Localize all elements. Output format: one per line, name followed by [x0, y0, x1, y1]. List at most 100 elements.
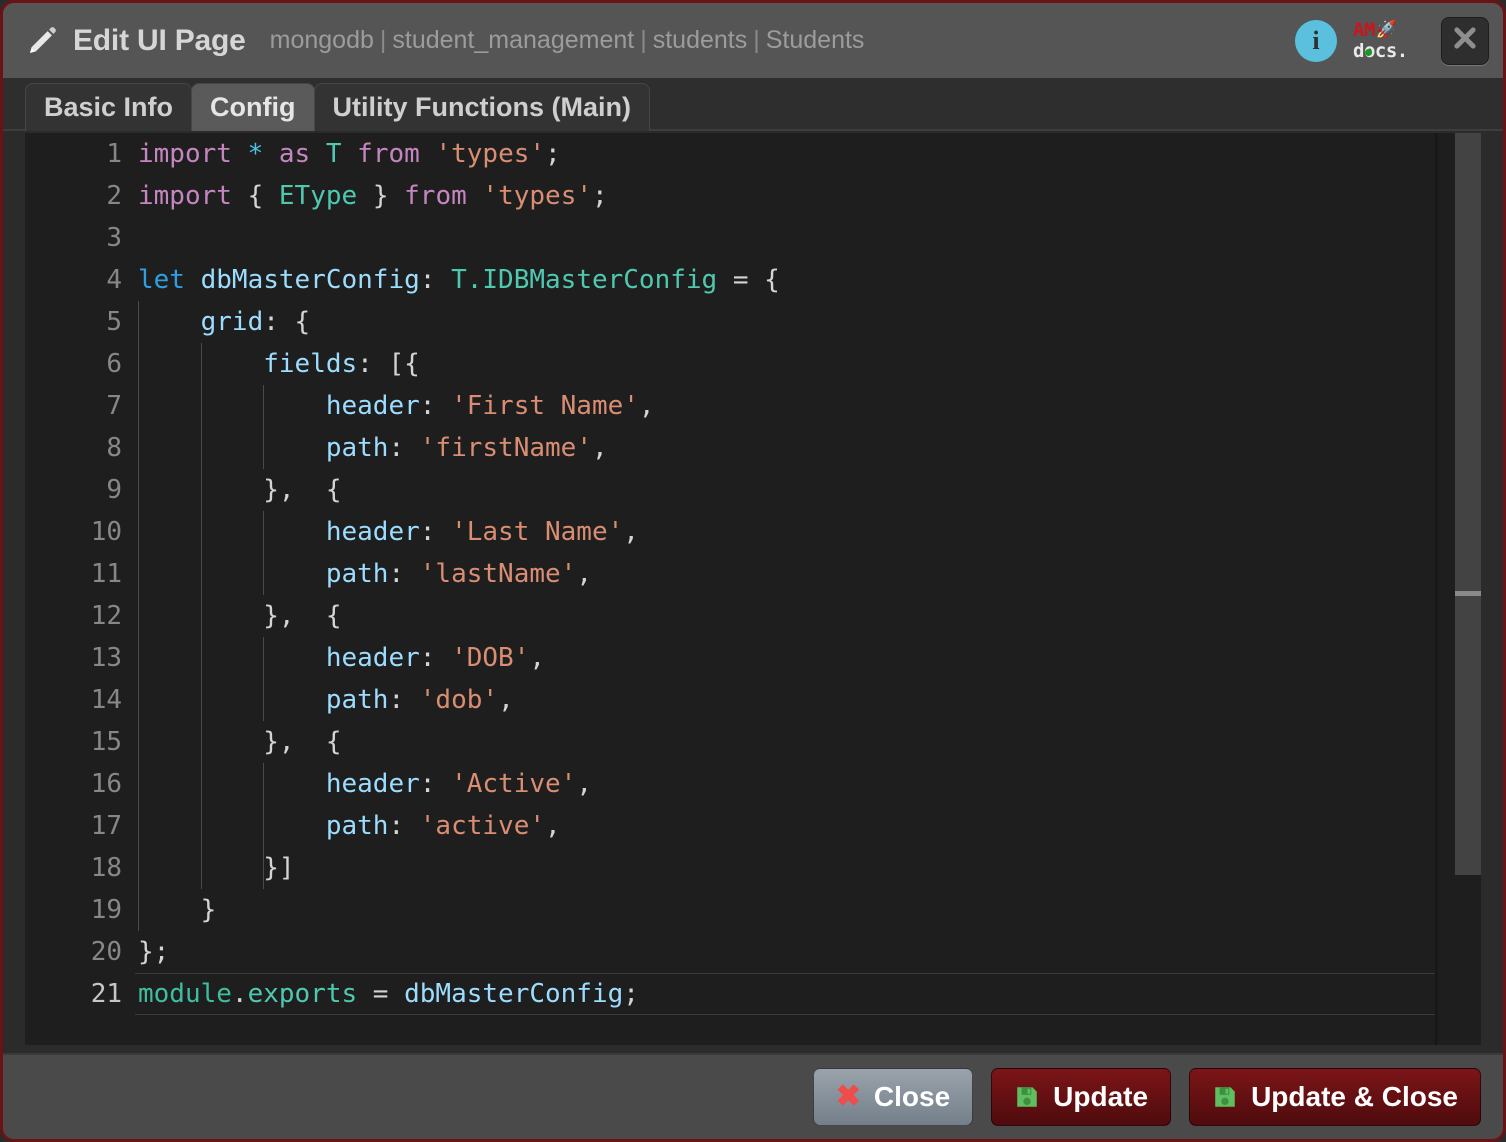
code-line-content[interactable]: }, {	[135, 469, 1435, 511]
code-line-content[interactable]: header: 'First Name',	[135, 385, 1435, 427]
indent-guide	[263, 679, 265, 721]
code-line[interactable]: 7 header: 'First Name',	[25, 385, 1435, 427]
tab-basic-info[interactable]: Basic Info	[25, 83, 193, 131]
line-number: 3	[106, 223, 122, 253]
code-line[interactable]: 13 header: 'DOB',	[25, 637, 1435, 679]
code-line[interactable]: 12 }, {	[25, 595, 1435, 637]
code-token: header	[325, 391, 420, 421]
indent-guide	[138, 889, 139, 931]
code-line[interactable]: 4 let dbMasterConfig: T.IDBMasterConfig =…	[25, 259, 1435, 301]
editor-scrollbar[interactable]	[1435, 133, 1481, 1045]
code-line-content[interactable]	[135, 217, 1435, 259]
code-line-content[interactable]: }, {	[135, 721, 1435, 763]
code-line[interactable]: 14 path: 'dob',	[25, 679, 1435, 721]
line-number: 1	[106, 139, 122, 169]
info-glyph: i	[1312, 25, 1320, 55]
breadcrumb-item-page[interactable]: Students	[766, 26, 865, 54]
code-token: :	[419, 517, 452, 547]
code-line[interactable]: 21 module.exports = dbMasterConfig;	[25, 973, 1435, 1015]
code-line-content[interactable]: };	[135, 931, 1435, 973]
breadcrumb-item-collection[interactable]: students	[653, 26, 748, 54]
code-line-content[interactable]: let dbMasterConfig: T.IDBMasterConfig = …	[135, 259, 1435, 301]
code-line[interactable]: 2 import { EType } from 'types';	[25, 175, 1435, 217]
code-token: ,	[591, 433, 608, 463]
amdocs-logo-am-text: AM	[1353, 18, 1375, 41]
update-and-close-button[interactable]: Update & Close	[1189, 1068, 1481, 1126]
code-line[interactable]: 16 header: 'Active',	[25, 763, 1435, 805]
code-lines-container[interactable]: 1 import * as T from 'types'; 2 import { ET…	[25, 133, 1435, 1045]
indent-guide	[200, 469, 202, 511]
code-line-content[interactable]: }]	[135, 847, 1435, 889]
save-icon	[1212, 1084, 1238, 1110]
info-icon[interactable]: i	[1295, 19, 1337, 62]
close-button-label: Close	[873, 1081, 951, 1112]
indent-guide	[200, 385, 202, 427]
indent-guide	[200, 805, 202, 847]
code-token: dbMasterConfig	[404, 979, 624, 1009]
code-line[interactable]: 10 header: 'Last Name',	[25, 511, 1435, 553]
code-token: exports	[247, 979, 358, 1009]
code-token: path	[325, 433, 389, 463]
indent-guide	[263, 805, 265, 847]
code-line-content[interactable]: header: 'Active',	[135, 763, 1435, 805]
scrollbar-thumb[interactable]	[1455, 133, 1481, 875]
code-token: ;	[545, 139, 561, 169]
code-token: :	[388, 433, 420, 463]
breadcrumb-item-schema[interactable]: student_management	[392, 26, 634, 54]
code-token: : {	[263, 307, 311, 337]
code-line-content[interactable]: fields: [{	[135, 343, 1435, 385]
code-line-content[interactable]: path: 'lastName',	[135, 553, 1435, 595]
code-line-content[interactable]: path: 'dob',	[135, 679, 1435, 721]
code-line-content[interactable]: import { EType } from 'types';	[135, 175, 1435, 217]
editor-region: 1 import * as T from 'types'; 2 import { ET…	[3, 131, 1503, 1053]
code-line[interactable]: 19 }	[25, 889, 1435, 931]
code-line-content[interactable]: header: 'Last Name',	[135, 511, 1435, 553]
tab-utility-functions[interactable]: Utility Functions (Main)	[313, 83, 650, 131]
line-number: 7	[106, 391, 122, 421]
code-line[interactable]: 8 path: 'firstName',	[25, 427, 1435, 469]
code-line-content[interactable]: header: 'DOB',	[135, 637, 1435, 679]
indent-guide	[200, 553, 202, 595]
code-token: ;	[592, 181, 608, 211]
code-line[interactable]: 5 grid: {	[25, 301, 1435, 343]
code-line[interactable]: 18 }]	[25, 847, 1435, 889]
close-window-button[interactable]	[1441, 16, 1489, 65]
code-line[interactable]: 11 path: 'lastName',	[25, 553, 1435, 595]
indent-guide	[200, 511, 202, 553]
code-token: import	[138, 139, 232, 169]
code-line-content[interactable]: grid: {	[135, 301, 1435, 343]
close-button[interactable]: ✖ Close	[812, 1068, 974, 1126]
code-line[interactable]: 17 path: 'active',	[25, 805, 1435, 847]
code-line-content[interactable]: path: 'firstName',	[135, 427, 1435, 469]
code-line-content[interactable]: }	[135, 889, 1435, 931]
code-line-content[interactable]: import * as T from 'types';	[135, 133, 1435, 175]
line-number: 19	[90, 895, 122, 925]
code-line[interactable]: 15 }, {	[25, 721, 1435, 763]
code-token: :	[388, 559, 420, 589]
update-button[interactable]: Update	[991, 1068, 1172, 1126]
line-number: 6	[106, 349, 122, 379]
code-line[interactable]: 9 }, {	[25, 469, 1435, 511]
code-line-content[interactable]: module.exports = dbMasterConfig;	[135, 973, 1435, 1015]
code-token: .	[231, 979, 248, 1009]
code-line[interactable]: 3	[25, 217, 1435, 259]
code-line[interactable]: 1 import * as T from 'types';	[25, 133, 1435, 175]
tab-config[interactable]: Config	[191, 83, 315, 131]
code-line[interactable]: 6 fields: [{	[25, 343, 1435, 385]
code-token: *	[247, 139, 264, 169]
code-line[interactable]: 20};	[25, 931, 1435, 973]
code-token: {	[247, 181, 279, 211]
code-token: =	[357, 979, 405, 1009]
code-editor[interactable]: 1 import * as T from 'types'; 2 import { ET…	[25, 133, 1481, 1045]
code-token: 'types'	[482, 181, 592, 211]
scrollbar-track[interactable]	[1445, 133, 1481, 1045]
code-token: }, {	[138, 727, 342, 757]
code-line-content[interactable]: }, {	[135, 595, 1435, 637]
breadcrumb-item-database[interactable]: mongodb	[270, 26, 374, 54]
edit-ui-page-window: Edit UI Page mongodb | student_management |…	[0, 0, 1506, 1142]
code-line-content[interactable]: path: 'active',	[135, 805, 1435, 847]
